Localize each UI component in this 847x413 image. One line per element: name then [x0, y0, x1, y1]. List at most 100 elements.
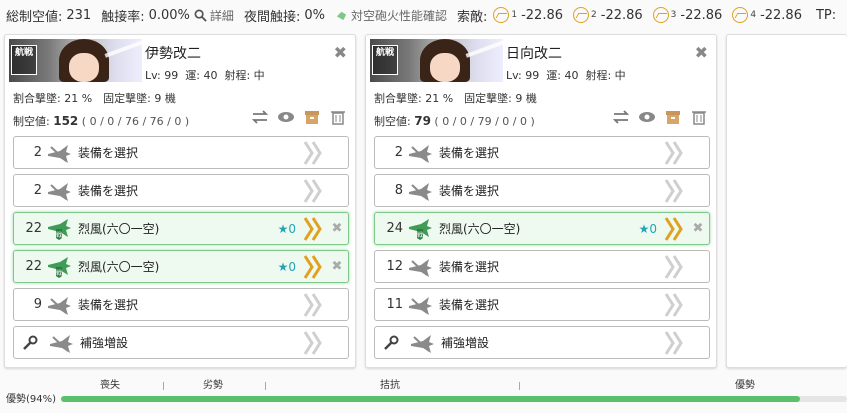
air-state-track: [61, 396, 847, 402]
reinforcement-slot[interactable]: 補強増設: [13, 326, 349, 359]
aaci-check-button[interactable]: 対空砲火性能確認: [335, 7, 447, 24]
ship-name[interactable]: 伊勢改二: [145, 43, 201, 63]
shootdown-line: 割合撃墜: 21 % 固定撃墜: 9 機: [374, 92, 537, 105]
slot-name: 烈風(六〇一空): [439, 222, 521, 236]
equipment-slot[interactable]: 2 装備を選択: [374, 136, 710, 169]
equipment-slot[interactable]: 22 戦 烈風(六〇一空) ★0 ✖: [13, 212, 349, 245]
proficiency-chevron-icon[interactable]: [663, 178, 685, 204]
aa-value: 152: [53, 114, 79, 128]
ship-card: 航戦 日向改二 Lv: 99 運: 40 射程: 中 ✖ 割合撃墜: 21 % …: [365, 34, 717, 368]
equipment-slot[interactable]: 8 装備を選択: [374, 174, 710, 207]
box-icon[interactable]: [303, 109, 321, 125]
ship-tools: [612, 109, 708, 125]
slot-count: 24: [386, 221, 403, 236]
close-icon[interactable]: ✖: [334, 43, 347, 62]
slot-name: 装備を選択: [439, 298, 500, 312]
proficiency-chevron-icon[interactable]: [663, 254, 685, 280]
close-icon[interactable]: ✖: [695, 43, 708, 62]
equipment-slot[interactable]: 11 装備を選択: [374, 288, 710, 321]
ship-banner[interactable]: 航戦: [9, 39, 142, 82]
los-sub-2: 2: [591, 10, 597, 20]
slot-count: 2: [33, 183, 42, 198]
air-state-fill: [61, 396, 800, 402]
total-aa-value: 231: [66, 7, 92, 23]
equipment-slot[interactable]: 12 装備を選択: [374, 250, 710, 283]
ship-banner[interactable]: 航戦: [370, 39, 503, 82]
ship-aa-line: 制空値: 79 ( 0 / 0 / 79 / 0 / 0 ): [374, 113, 535, 129]
slot-count: 12: [386, 259, 403, 274]
wrench-icon: [22, 335, 38, 351]
slot-name: 烈風(六〇一空): [78, 260, 160, 274]
ship-range: 射程: 中: [585, 69, 626, 82]
plane-icon: [407, 255, 433, 279]
proficiency-chevron-icon[interactable]: [302, 292, 324, 318]
night-contact-label: 夜間触接:: [243, 9, 301, 25]
remove-icon[interactable]: ✖: [330, 259, 344, 274]
slot-name: 補強増設: [80, 336, 129, 350]
remove-icon[interactable]: ✖: [691, 221, 705, 236]
los-icon: [493, 7, 510, 23]
proficiency-chevron-icon[interactable]: [302, 140, 324, 166]
equipment-slot[interactable]: 2 装備を選択: [13, 136, 349, 169]
proficiency-chevron-icon[interactable]: [302, 254, 324, 280]
proficiency-chevron-icon[interactable]: [663, 140, 685, 166]
ship-type-badge: 航戦: [372, 45, 398, 75]
trash-icon[interactable]: [329, 109, 347, 125]
los-group: 索敵: 1 -22.86 2 -22.86 3 -22.86 4 -22.86 TP:: [457, 6, 836, 25]
svg-text:戦: 戦: [56, 231, 62, 239]
plane-icon: [48, 331, 74, 355]
proficiency-chevron-icon[interactable]: [663, 330, 685, 356]
proficiency-star[interactable]: ★0: [639, 222, 657, 236]
wrench-icon: [383, 335, 399, 351]
ship-stats: Lv: 99 運: 40 射程: 中: [145, 67, 265, 83]
ship-card-empty[interactable]: [726, 34, 847, 368]
proficiency-chevron-icon[interactable]: [302, 178, 324, 204]
detail-label: 詳細: [209, 8, 234, 23]
swap-icon[interactable]: [612, 109, 630, 125]
equipment-slot[interactable]: 2 装備を選択: [13, 174, 349, 207]
contact-value: 0.00%: [148, 7, 190, 23]
los-value-2: -22.86: [600, 7, 643, 23]
ship-luck: 運: 40: [546, 69, 579, 82]
box-icon[interactable]: [664, 109, 682, 125]
topbar: 総制空値: 231 触接率: 0.00% 詳細 夜間触接: 0% 対空砲火性能確…: [0, 0, 847, 30]
trash-icon[interactable]: [690, 109, 708, 125]
plane-icon: [407, 141, 433, 165]
proficiency-chevron-icon[interactable]: [663, 216, 685, 242]
los-icon: [573, 7, 590, 23]
los-sub-3: 3: [670, 10, 677, 20]
contact-detail-button[interactable]: 詳細: [194, 7, 234, 24]
air-state-current: 優勢(94%): [6, 394, 57, 405]
ship-name[interactable]: 日向改二: [506, 43, 562, 63]
equipment-slot[interactable]: 24 戦 烈風(六〇一空) ★0 ✖: [374, 212, 710, 245]
swap-icon[interactable]: [251, 109, 269, 125]
proficiency-chevron-icon[interactable]: [302, 216, 324, 242]
slot-name: 装備を選択: [439, 260, 500, 274]
plane-icon: [46, 179, 72, 203]
proficiency-star[interactable]: ★0: [278, 260, 296, 274]
banner-streak: [465, 40, 503, 58]
slot-name: 装備を選択: [439, 146, 500, 160]
night-contact-value: 0%: [304, 7, 325, 23]
eye-icon[interactable]: [638, 109, 656, 125]
scale-tick: [265, 382, 266, 390]
proficiency-star[interactable]: ★0: [278, 222, 296, 236]
proficiency-chevron-icon[interactable]: [302, 330, 324, 356]
total-aa: 総制空値: 231: [6, 6, 91, 25]
banner-face: [430, 53, 460, 82]
aa-detail: ( 0 / 0 / 76 / 76 / 0 ): [81, 115, 190, 128]
remove-icon[interactable]: ✖: [330, 221, 344, 236]
eye-icon[interactable]: [277, 109, 295, 125]
scale-tick: [163, 382, 164, 390]
proficiency-chevron-icon[interactable]: [663, 292, 685, 318]
slot-name: 装備を選択: [78, 146, 139, 160]
aa-label: 制空値:: [374, 115, 411, 128]
scale-tick: [519, 382, 520, 390]
slot-count: 2: [394, 145, 403, 160]
equipment-slot[interactable]: 22 戦 烈風(六〇一空) ★0 ✖: [13, 250, 349, 283]
reinforcement-slot[interactable]: 補強増設: [374, 326, 710, 359]
ship-type-badge: 航戦: [11, 45, 37, 75]
los-value-3: -22.86: [680, 7, 723, 23]
ship-stats: Lv: 99 運: 40 射程: 中: [506, 67, 626, 83]
equipment-slot[interactable]: 9 装備を選択: [13, 288, 349, 321]
